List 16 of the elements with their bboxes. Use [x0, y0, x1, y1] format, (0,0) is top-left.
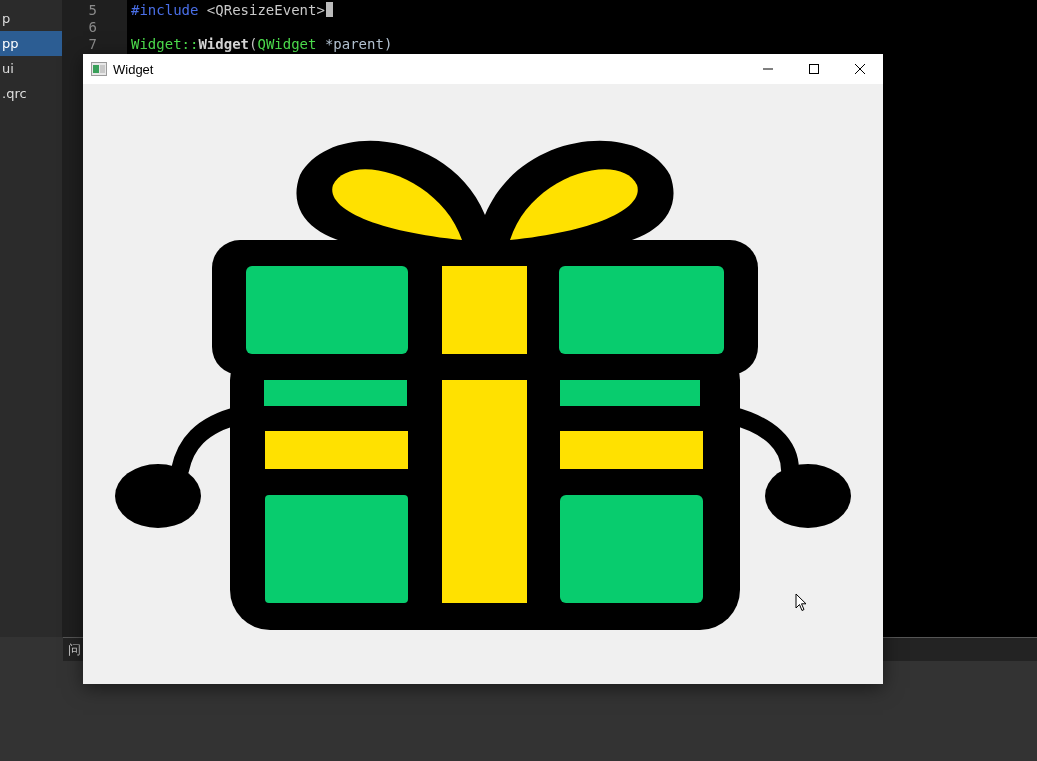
file-list-item[interactable]: p: [0, 6, 62, 31]
code-line: #include <QResizeEvent>: [131, 1, 325, 18]
file-list-item[interactable]: .qrc: [0, 81, 62, 106]
line-number: 7: [88, 35, 97, 52]
file-list-item[interactable]: pp: [0, 31, 62, 56]
panel-tab[interactable]: 问: [68, 640, 81, 659]
window-icon: [91, 62, 107, 76]
close-icon: [854, 63, 866, 75]
line-number: 5: [88, 1, 97, 18]
maximize-icon: [808, 63, 820, 75]
mouse-pointer-icon: [795, 593, 807, 612]
line-number: 6: [88, 18, 97, 35]
code-line: Widget::Widget(QWidget *parent): [131, 35, 393, 52]
file-list-item[interactable]: ui: [0, 56, 62, 81]
window-title: Widget: [113, 61, 154, 77]
text-cursor-icon: [325, 2, 333, 17]
